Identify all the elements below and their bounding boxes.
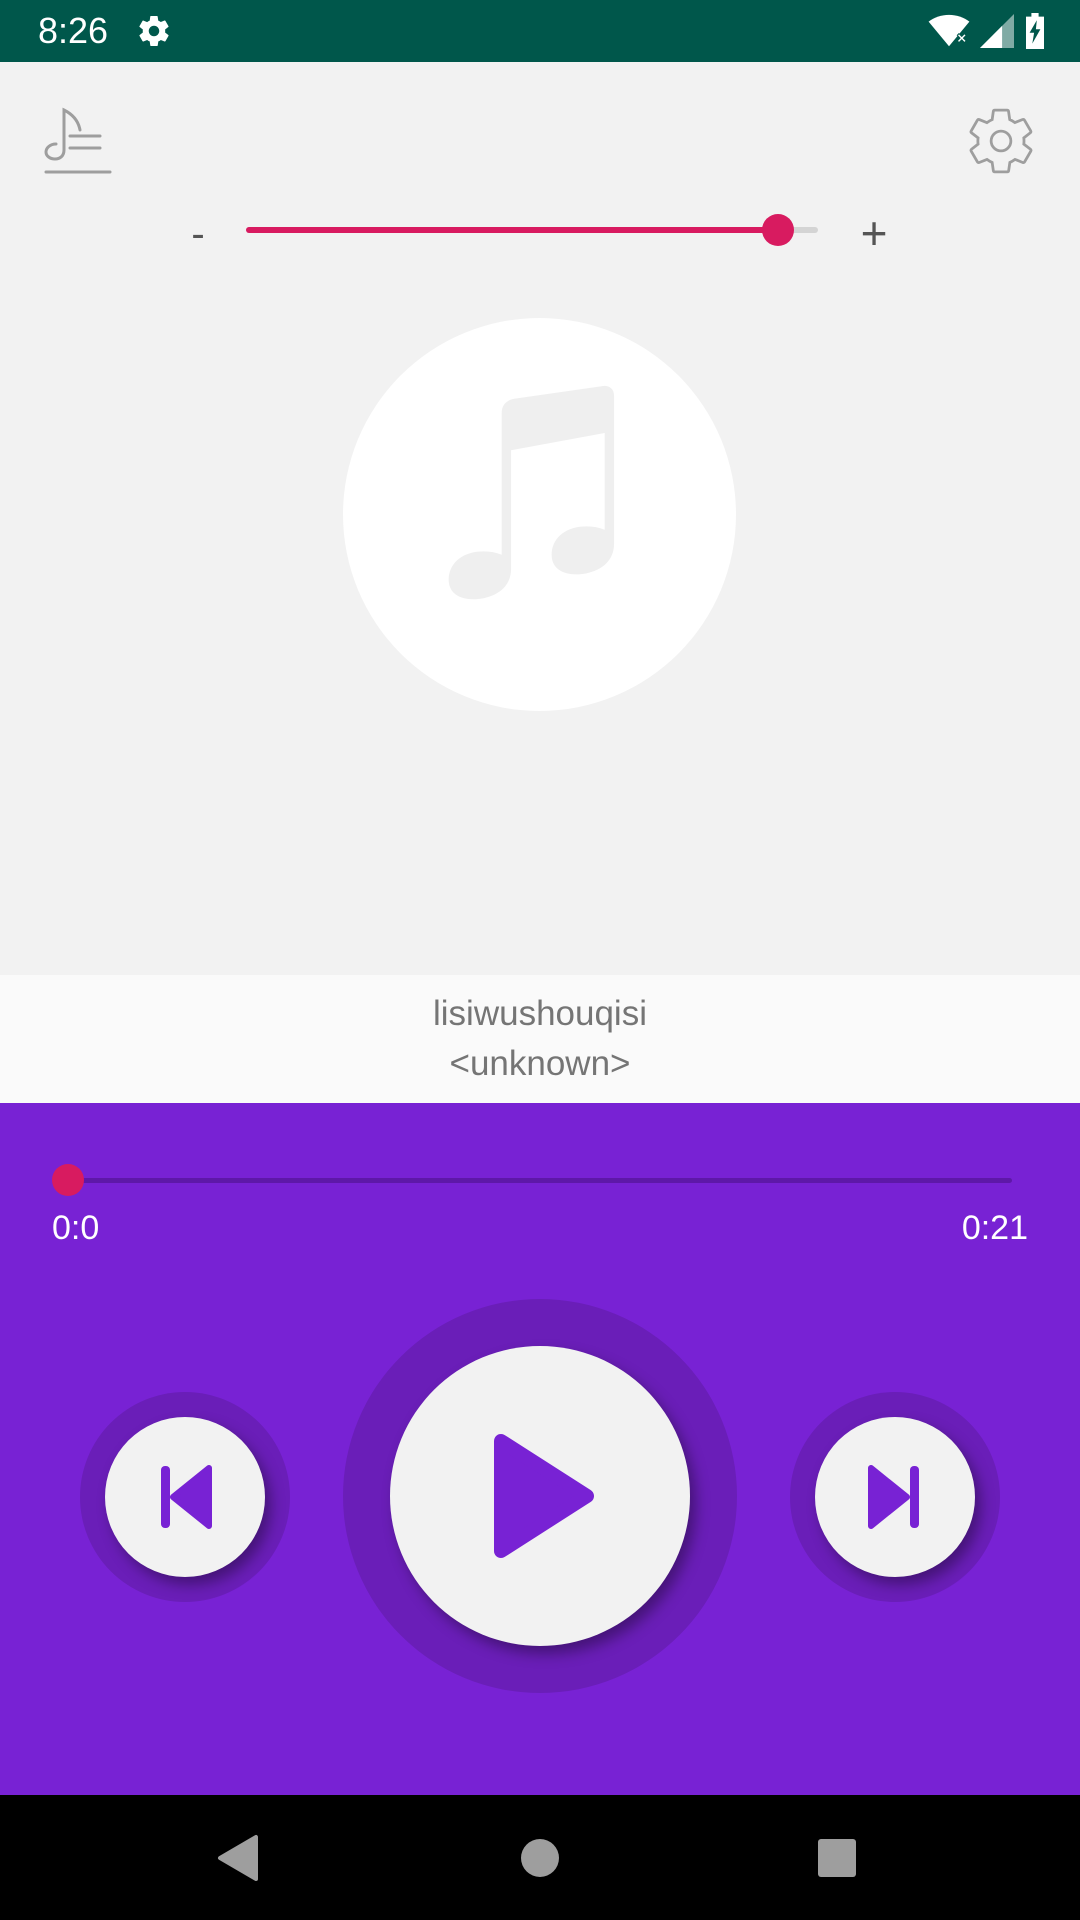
track-title: lisiwushouqisi: [433, 994, 647, 1033]
current-time: 0:0: [52, 1209, 100, 1247]
volume-slider[interactable]: [246, 214, 818, 246]
volume-slider-fill: [246, 227, 778, 233]
battery-charging-icon: [1026, 13, 1044, 49]
play-button[interactable]: [390, 1346, 690, 1646]
status-time: 8:26: [38, 10, 109, 51]
play-icon: [494, 1434, 594, 1558]
status-icons: [928, 12, 1046, 50]
settings-icon[interactable]: [964, 104, 1038, 178]
total-time: 0:21: [961, 1209, 1028, 1247]
volume-up-button[interactable]: +: [856, 206, 892, 260]
seek-bar[interactable]: [52, 1164, 1012, 1196]
previous-button[interactable]: [105, 1417, 265, 1577]
track-info: lisiwushouqisi <unknown>: [0, 975, 1080, 1103]
skip-previous-icon: [161, 1465, 212, 1529]
player-controls: 0:0 0:21: [0, 1103, 1080, 1795]
wifi-icon: [928, 14, 970, 47]
settings-icon: [139, 16, 169, 47]
system-nav-bar: [0, 1795, 1080, 1920]
volume-slider-thumb[interactable]: [761, 214, 794, 246]
signal-icon: [980, 14, 1014, 48]
playlist-icon[interactable]: [42, 104, 116, 178]
recents-icon[interactable]: [812, 1833, 862, 1883]
track-artist: <unknown>: [449, 1044, 631, 1083]
home-icon[interactable]: [515, 1833, 565, 1883]
seek-bar-thumb[interactable]: [52, 1164, 84, 1196]
volume-down-button[interactable]: -: [186, 212, 210, 257]
next-button[interactable]: [815, 1417, 975, 1577]
music-note-icon: [448, 385, 615, 600]
skip-next-icon: [868, 1465, 919, 1529]
status-bar: 8:26: [0, 0, 1080, 62]
player-top-area: - +: [0, 62, 1080, 975]
back-icon[interactable]: [214, 1833, 264, 1883]
album-art: [343, 318, 736, 711]
